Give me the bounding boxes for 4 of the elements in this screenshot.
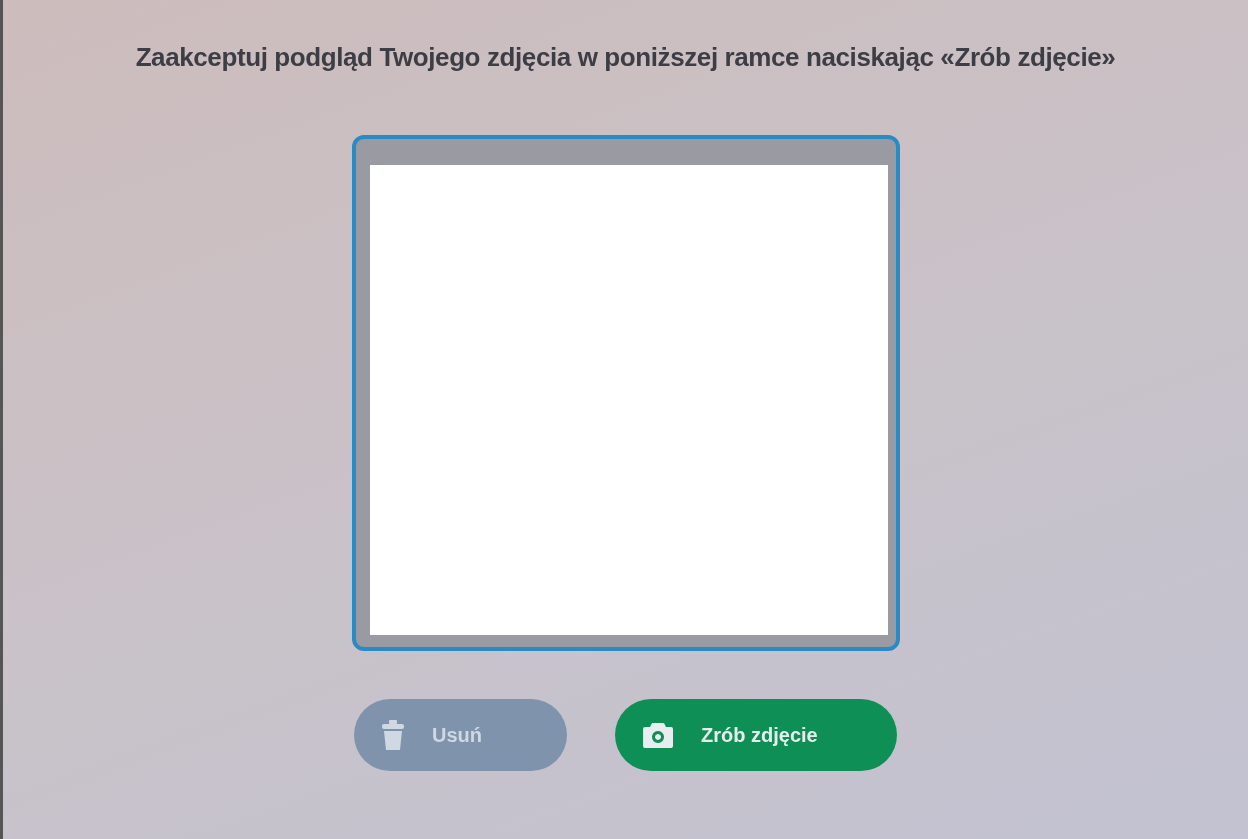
take-photo-button[interactable]: Zrób zdjęcie xyxy=(615,699,897,771)
instruction-heading: Zaakceptuj podgląd Twojego zdjęcia w poniższej ramce naciskając «Zrób zdjęcie» xyxy=(135,41,1116,74)
camera-icon xyxy=(643,722,673,748)
trash-icon xyxy=(382,720,404,750)
